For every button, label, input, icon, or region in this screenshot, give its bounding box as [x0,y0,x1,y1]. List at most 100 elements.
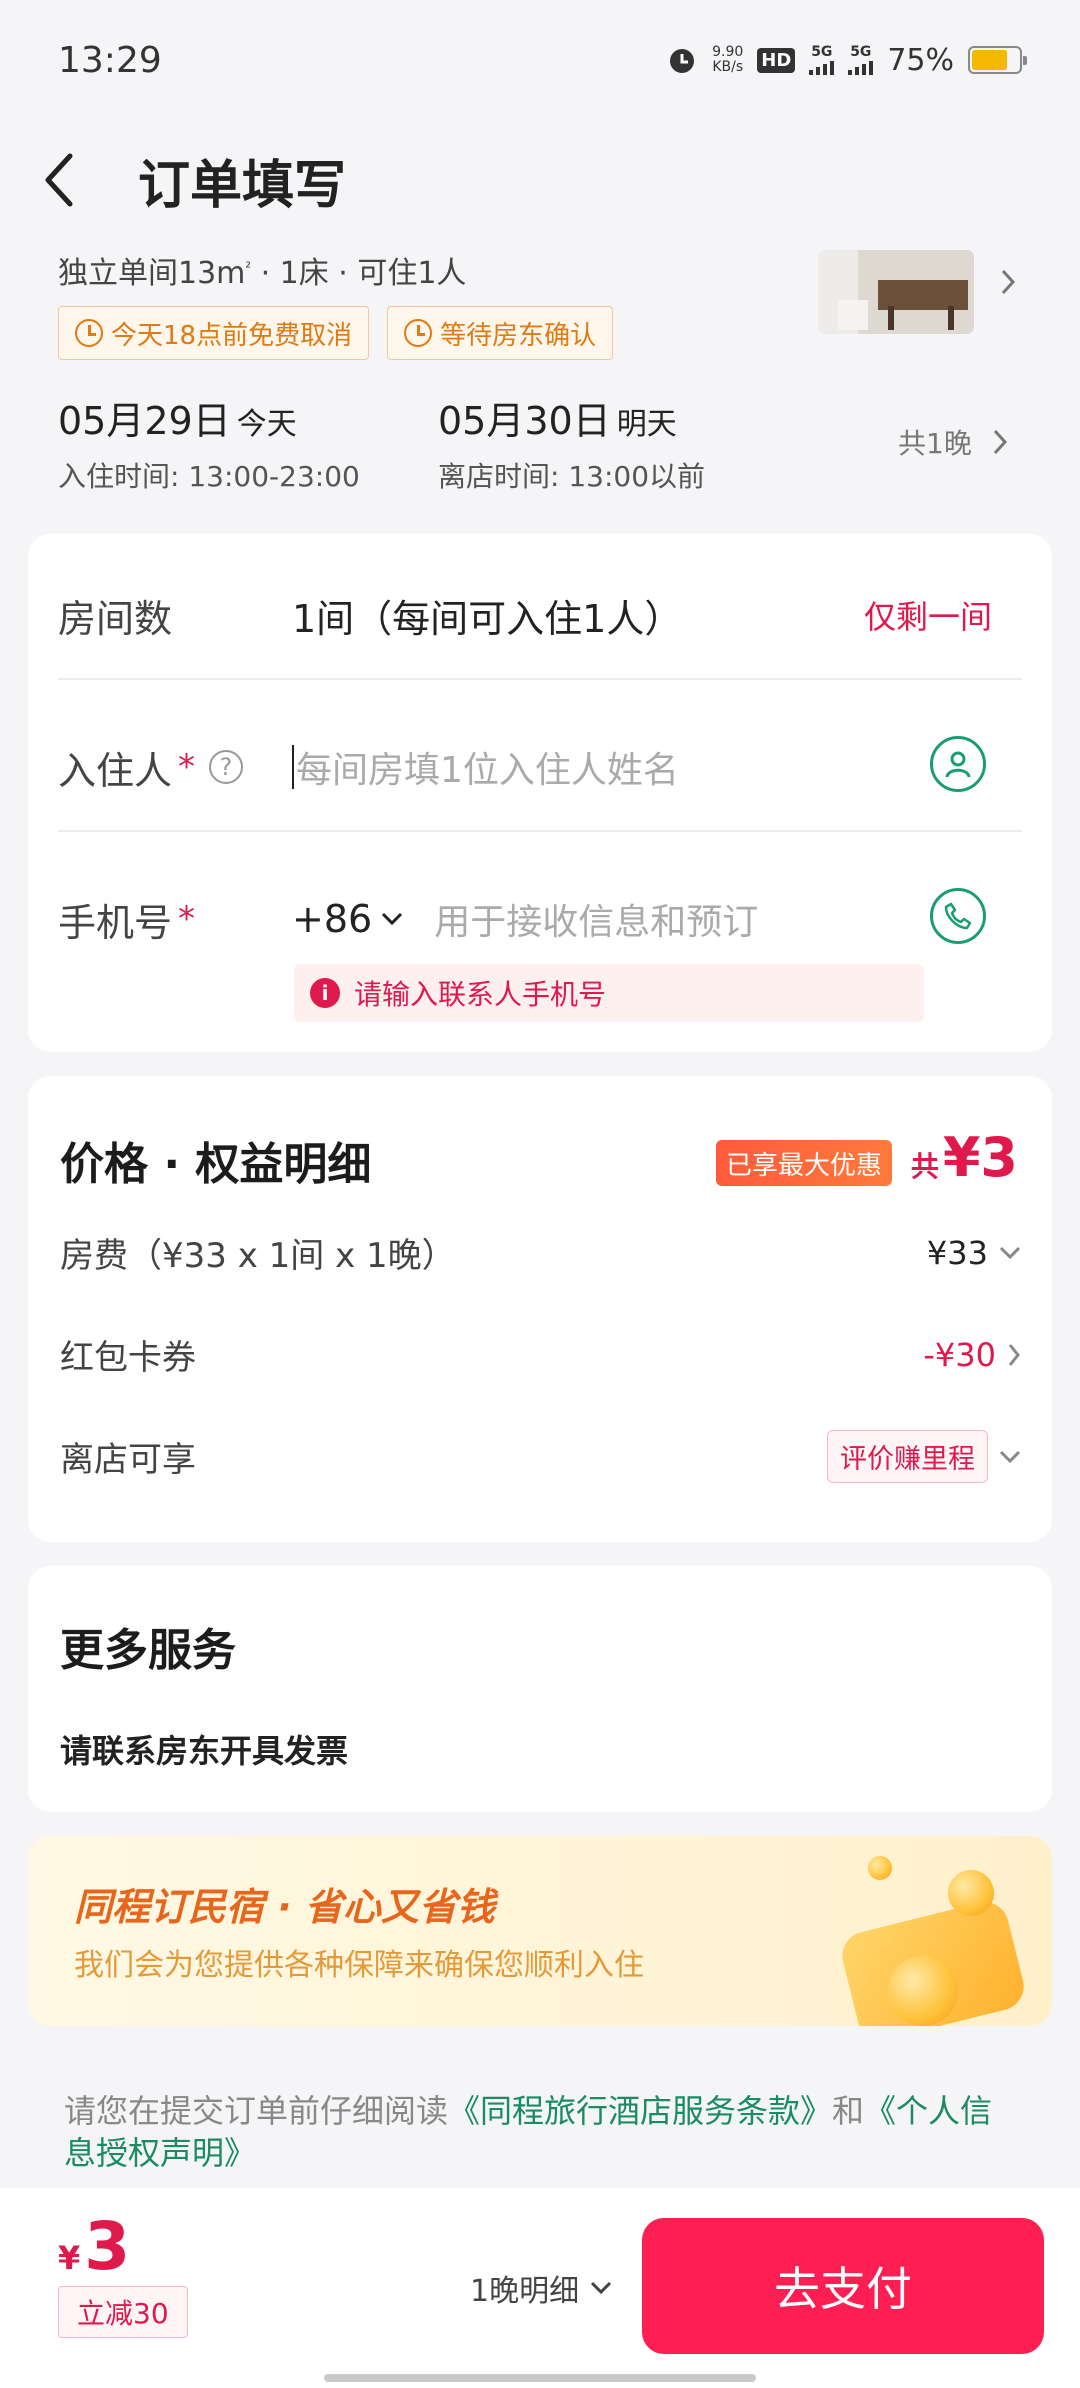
battery-icon [968,46,1027,74]
final-price: ¥3 [58,2208,130,2285]
signal-1-icon: 5G [809,44,835,75]
chevron-right-icon [993,429,1007,455]
more-services-card: 更多服务 请联系房东开具发票 [28,1566,1052,1812]
phone-label: 手机号 * [58,892,292,947]
checkin-date: 05月29日 [58,399,231,443]
chevron-down-icon [591,2281,612,2295]
review-reward-tag: 评价赚里程 [827,1430,988,1483]
chevron-right-icon[interactable] [998,266,1018,302]
clock-icon [75,319,103,347]
rooms-label: 房间数 [58,596,173,641]
agreement-and: 和 [832,2092,865,2130]
nights-selector[interactable]: 共1晚 [898,422,1010,462]
invoice-text: 请联系房东开具发票 [60,1732,349,1770]
hd-icon: HD [757,47,796,73]
guest-form: 房间数 1间（每间可入住1人） 仅剩一间 入住人 *? 每间房填1位入住人姓名 手… [28,534,1052,1052]
room-fee-amount: ¥33 [926,1233,988,1272]
room-description: 独立单间13m² · 1床 · 可住1人 [58,248,466,292]
page-title: 订单填写 [138,155,347,216]
tag-free-cancel-label: 今天18点前免费取消 [111,320,353,351]
help-icon[interactable]: ? [209,750,244,784]
net-speed: 9.90 KB/s [712,45,743,75]
country-code-select[interactable]: +86 [292,897,404,941]
status-icons: 9.90 KB/s HD 5G 5G 75% [666,42,1027,78]
coupon-amount: -¥30 [923,1335,996,1374]
final-currency: ¥ [58,2239,81,2277]
checkout-relative: 明天 [616,407,677,442]
promo-title: 同程订民宿 · 省心又省钱 [74,1885,495,1929]
tag-await-confirm-label: 等待房东确认 [440,320,597,351]
chevron-down-icon [382,912,403,926]
bottom-bar: ¥3 立减30 1晚明细 去支付 [0,2188,1080,2388]
phone-icon[interactable] [930,888,986,944]
price-section-title: 价格 · 权益明细 [60,1139,372,1190]
contact-person-icon[interactable] [930,736,986,792]
night-detail-label: 1晚明细 [470,2274,580,2309]
room-tags: 今天18点前免费取消 等待房东确认 [58,306,614,360]
battery-fill [972,50,1007,70]
guest-name-input[interactable]: 每间房填1位入住人姓名 [296,741,679,793]
checkin-block: 05月29日 今天 入住时间: 13:00-23:00 [58,390,360,495]
wallet-illustration [828,1856,1029,2026]
phone-row: 手机号 * +86 用于接收信息和预订 [58,886,1022,952]
guest-label: 入住人 *? [58,740,292,795]
phone-error: i 请输入联系人手机号 [294,964,924,1022]
price-card: 价格 · 权益明细 已享最大优惠 共 ¥3 房费（¥33 x 1间 x 1晚） ¥… [28,1076,1052,1542]
night-detail-toggle[interactable]: 1晚明细 [470,2266,613,2310]
rooms-row[interactable]: 房间数 1间（每间可入住1人） 仅剩一间 [58,582,1022,648]
checkin-relative: 今天 [236,407,297,442]
back-button[interactable] [0,120,120,240]
net-speed-unit: KB/s [712,59,744,75]
status-time: 13:29 [58,39,162,81]
back-arrow-icon [45,153,73,207]
promo-banner[interactable]: 同程订民宿 · 省心又省钱 我们会为您提供各种保障来确保您顺利入住 [28,1836,1052,2026]
divider [58,678,1022,680]
room-thumbnail[interactable] [818,250,974,334]
home-indicator[interactable] [324,2374,756,2382]
pay-button[interactable]: 去支付 [642,2218,1044,2354]
room-desc-tail: · 1床 · 可住1人 [251,256,467,291]
agreement-text: 请您在提交订单前仔细阅读《同程旅行酒店服务条款》和《个人信息授权声明》 [64,2090,1024,2174]
rooms-remaining: 仅剩一间 [863,598,992,636]
phone-input[interactable]: 用于接收信息和预订 [434,893,758,945]
checkout-benefit-label: 离店可享 [60,1440,196,1480]
rooms-value: 1间（每间可入住1人） [292,596,683,641]
nights-label: 共1晚 [898,427,972,460]
room-fee-value: ¥33 [927,1234,1022,1272]
phone-label-text: 手机号 [58,900,173,945]
clock-icon [404,319,433,347]
text-cursor [292,745,294,789]
divider [58,830,1022,832]
checkout-benefit-row[interactable]: 离店可享 评价赚里程 [60,1430,1022,1483]
coupon-value: -¥30 [923,1336,1022,1374]
final-amount: 3 [84,2208,131,2285]
coupon-label: 红包卡券 [60,1338,196,1378]
service-terms-link[interactable]: 《同程旅行酒店服务条款》 [448,2092,832,2130]
net-speed-value: 9.90 [712,44,744,60]
battery-percent: 75% [887,42,954,78]
room-fee-row[interactable]: 房费（¥33 x 1间 x 1晚） ¥33 [60,1228,1022,1277]
hotel-summary[interactable]: 独立单间13m² · 1床 · 可住1人 今天18点前免费取消 等待房东确认 0… [28,240,1052,500]
chevron-down-icon [999,1246,1021,1259]
promo-subtitle: 我们会为您提供各种保障来确保您顺利入住 [74,1948,644,1983]
checkin-time: 入住时间: 13:00-23:00 [58,460,360,493]
room-desc-text: 独立单间13m [58,256,246,291]
error-icon: i [310,978,340,1008]
signal-2-label: 5G [850,44,872,60]
nav-bar: 订单填写 [0,120,1080,240]
total-prefix: 共 [910,1150,939,1183]
alarm-icon [666,44,698,76]
checkout-time: 离店时间: 13:00以前 [438,460,706,493]
tag-free-cancel: 今天18点前免费取消 [58,306,370,360]
room-fee-label: 房费（¥33 x 1间 x 1晚） [60,1236,456,1276]
total-amount: ¥3 [942,1126,1018,1189]
price-total: 共 ¥3 [911,1126,1018,1189]
signal-1-label: 5G [811,44,833,60]
coupon-row[interactable]: 红包卡券 -¥30 [60,1330,1022,1379]
checkout-block: 05月30日 明天 离店时间: 13:00以前 [438,390,705,495]
services-title: 更多服务 [60,1625,236,1676]
checkout-date: 05月30日 [438,399,611,443]
phone-error-text: 请输入联系人手机号 [354,978,607,1011]
guest-row: 入住人 *? 每间房填1位入住人姓名 [58,734,1022,800]
max-discount-badge: 已享最大优惠 [716,1140,893,1186]
